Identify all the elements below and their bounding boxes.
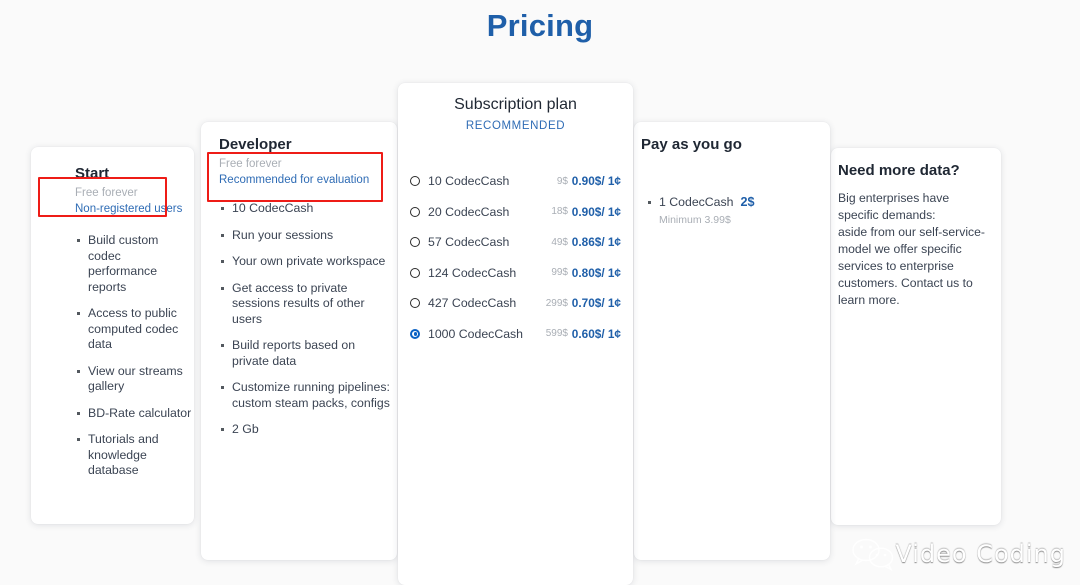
tagline-audience-developer: Recommended for evaluation (219, 172, 369, 188)
pricing-card-subscription: Subscription plan RECOMMENDED 10 CodecCa… (398, 83, 633, 585)
plan-total-price: 18$ (532, 206, 568, 217)
pricing-card-start: Start Free forever Non-registered users … (31, 147, 194, 524)
list-item: Tutorials and knowledge database (75, 432, 193, 479)
plan-amount: 57 CodecCash (428, 235, 532, 249)
page-title: Pricing (0, 8, 1080, 44)
watermark-text: Video Coding (895, 540, 1066, 568)
plan-unit-price: 0.80$/ 1¢ (568, 266, 621, 280)
plan-amount: 1000 CodecCash (428, 327, 532, 341)
plan-unit-price: 0.60$/ 1¢ (568, 327, 621, 341)
plan-amount: 124 CodecCash (428, 266, 532, 280)
plan-unit-price: 0.90$/ 1¢ (568, 205, 621, 219)
tagline-free-developer: Free forever (219, 156, 369, 172)
list-item: Access to public computed codec data (75, 306, 193, 353)
plan-total-price: 299$ (532, 298, 568, 309)
radio-icon[interactable] (410, 207, 420, 217)
card-title-start: Start (75, 165, 109, 182)
list-item: Build custom codec performance reports (75, 233, 193, 295)
plan-total-price: 599$ (532, 328, 568, 339)
plan-unit-price: 0.86$/ 1¢ (568, 235, 621, 249)
payg-minimum: Minimum 3.99$ (659, 213, 826, 229)
feature-list-start: Build custom codec performance reports A… (75, 233, 193, 490)
plan-option-row[interactable]: 427 CodecCash 299$ 0.70$/ 1¢ (410, 288, 621, 319)
list-item: Customize running pipelines: custom stea… (219, 380, 391, 411)
plan-unit-price: 0.90$/ 1¢ (568, 174, 621, 188)
feature-list-payg: 1 CodecCash 2$ Minimum 3.99$ (646, 195, 826, 239)
list-item: Run your sessions (219, 228, 391, 244)
subscription-header: Subscription plan RECOMMENDED (398, 96, 633, 132)
plan-total-price: 99$ (532, 267, 568, 278)
list-item: BD-Rate calculator (75, 406, 193, 422)
wechat-icon (851, 537, 895, 571)
radio-icon-selected[interactable] (410, 329, 420, 339)
list-item: View our streams gallery (75, 364, 193, 395)
feature-list-developer: 10 CodecCash Run your sessions Your own … (219, 201, 391, 449)
tagline-free-start: Free forever (75, 185, 182, 201)
payg-item-label: 1 CodecCash (659, 195, 734, 209)
plan-total-price: 49$ (532, 237, 568, 248)
plan-amount: 20 CodecCash (428, 205, 532, 219)
card-tagline-start: Free forever Non-registered users (75, 185, 182, 217)
radio-icon[interactable] (410, 176, 420, 186)
radio-icon[interactable] (410, 268, 420, 278)
card-tagline-developer: Free forever Recommended for evaluation (219, 156, 369, 188)
plan-option-list: 10 CodecCash 9$ 0.90$/ 1¢ 20 CodecCash 1… (410, 166, 621, 349)
pricing-card-pay-as-you-go: Pay as you go 1 CodecCash 2$ Minimum 3.99… (634, 122, 830, 560)
list-item: Get access to private sessions results o… (219, 281, 391, 328)
plan-option-row[interactable]: 124 CodecCash 99$ 0.80$/ 1¢ (410, 258, 621, 289)
card-title-subscription: Subscription plan (398, 96, 633, 114)
list-item: 2 Gb (219, 422, 391, 438)
plan-option-row[interactable]: 10 CodecCash 9$ 0.90$/ 1¢ (410, 166, 621, 197)
radio-icon[interactable] (410, 298, 420, 308)
plan-unit-price: 0.70$/ 1¢ (568, 296, 621, 310)
plan-option-row[interactable]: 20 CodecCash 18$ 0.90$/ 1¢ (410, 197, 621, 228)
tagline-audience-start: Non-registered users (75, 201, 182, 217)
plan-option-row[interactable]: 57 CodecCash 49$ 0.86$/ 1¢ (410, 227, 621, 258)
card-title-payg: Pay as you go (641, 136, 742, 153)
watermark: Video Coding (851, 537, 1066, 571)
plan-amount: 10 CodecCash (428, 174, 532, 188)
list-item: 10 CodecCash (219, 201, 391, 217)
enterprise-description: Big enterprises have specific demands: a… (838, 190, 990, 309)
list-item: Your own private workspace (219, 254, 391, 270)
radio-icon[interactable] (410, 237, 420, 247)
plan-amount: 427 CodecCash (428, 296, 532, 310)
pricing-card-enterprise: Need more data? Big enterprises have spe… (831, 148, 1001, 525)
list-item: Build reports based on private data (219, 338, 391, 369)
card-title-enterprise: Need more data? (838, 162, 960, 179)
plan-total-price: 9$ (532, 176, 568, 187)
list-item: 1 CodecCash 2$ Minimum 3.99$ (646, 195, 826, 228)
plan-option-row-selected[interactable]: 1000 CodecCash 599$ 0.60$/ 1¢ (410, 319, 621, 350)
payg-item-price: 2$ (741, 195, 755, 209)
recommended-badge: RECOMMENDED (398, 120, 633, 132)
card-title-developer: Developer (219, 136, 292, 153)
pricing-card-developer: Developer Free forever Recommended for e… (201, 122, 397, 560)
